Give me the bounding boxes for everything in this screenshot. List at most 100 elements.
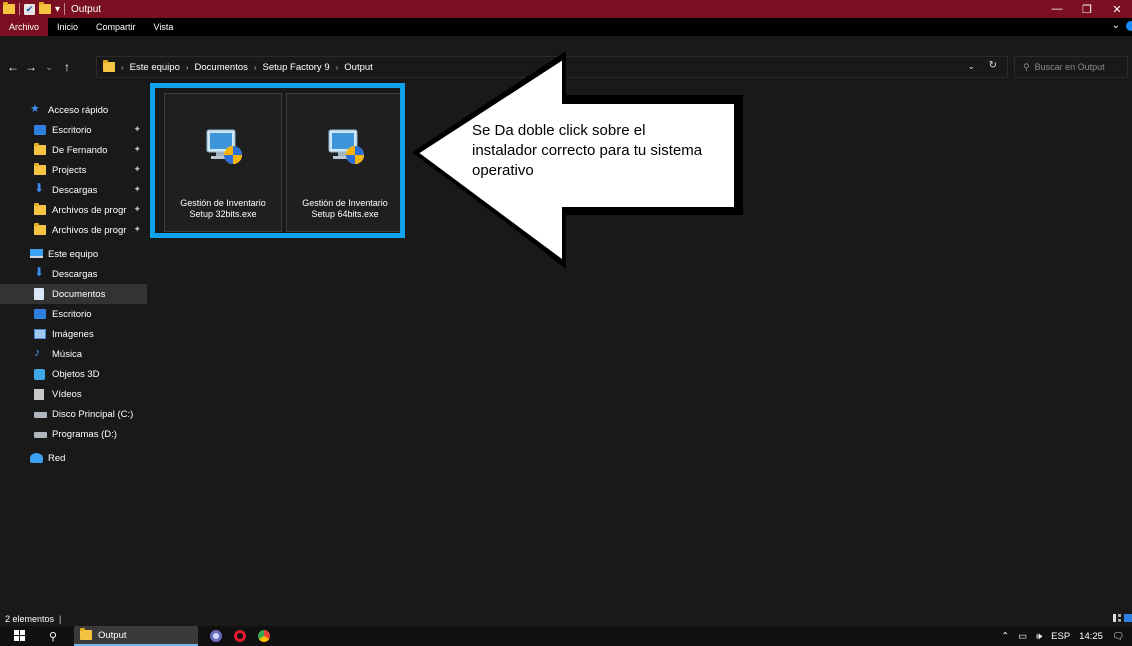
sidebar-item-videos[interactable]: Vídeos bbox=[0, 384, 147, 404]
back-icon[interactable]: ← bbox=[4, 60, 22, 74]
start-button[interactable] bbox=[0, 626, 40, 646]
sidebar-item-programas-d[interactable]: Programas (D:) bbox=[0, 424, 147, 444]
pin-icon: ✦ bbox=[133, 224, 141, 234]
sidebar-item-descargas[interactable]: ⬇ Descargas bbox=[0, 264, 147, 284]
pin-icon: ✦ bbox=[133, 164, 141, 174]
minimize-button[interactable]: — bbox=[1042, 0, 1072, 18]
sidebar-item-descargas-pinned[interactable]: ⬇ Descargas ✦ bbox=[0, 180, 147, 200]
network-icon bbox=[30, 453, 43, 463]
window-title: Output bbox=[71, 3, 102, 15]
address-history-icon[interactable]: ⌄ bbox=[967, 61, 975, 72]
sidebar-item-disco-c[interactable]: Disco Principal (C:) bbox=[0, 404, 147, 424]
system-drive-icon bbox=[34, 412, 47, 418]
sidebar-item-escritorio-pinned[interactable]: Escritorio ✦ bbox=[0, 120, 147, 140]
windows-logo-icon bbox=[14, 630, 26, 642]
tab-compartir[interactable]: Compartir bbox=[87, 18, 145, 36]
pin-icon: ✦ bbox=[133, 124, 141, 134]
tab-inicio[interactable]: Inicio bbox=[48, 18, 87, 36]
chevron-right-icon: › bbox=[121, 62, 124, 72]
search-placeholder: Buscar en Output bbox=[1034, 62, 1105, 72]
system-tray: ⌃ ▭ 🕪 ESP 14:25 🗨 bbox=[1001, 626, 1124, 646]
toolbar-divider bbox=[64, 3, 66, 15]
expand-ribbon-icon[interactable]: ⌄ bbox=[1112, 20, 1120, 31]
volume-icon[interactable]: 🕪 bbox=[1036, 631, 1042, 642]
title-bar: ✔ ▾ Output — ❐ ✕ bbox=[0, 0, 1132, 18]
sidebar-item-musica[interactable]: ♪ Música bbox=[0, 344, 147, 364]
breadcrumb-setup-factory[interactable]: Setup Factory 9 bbox=[263, 62, 330, 73]
download-icon: ⬇ bbox=[34, 181, 45, 195]
status-bar: 2 elementos | bbox=[0, 611, 1132, 626]
sidebar-item-imagenes[interactable]: Imágenes bbox=[0, 324, 147, 344]
desktop-icon bbox=[34, 309, 46, 319]
show-hidden-icons-icon[interactable]: ⌃ bbox=[1001, 631, 1009, 642]
sidebar-item-de-fernando[interactable]: De Fernando ✦ bbox=[0, 140, 147, 160]
customize-toolbar-icon[interactable]: ▾ bbox=[55, 4, 60, 15]
close-button[interactable]: ✕ bbox=[1102, 0, 1132, 18]
recent-locations-icon[interactable]: ⌄ bbox=[40, 62, 58, 73]
toolbar-divider bbox=[19, 3, 20, 15]
opera-icon[interactable] bbox=[234, 630, 246, 642]
tab-archivo[interactable]: Archivo bbox=[0, 18, 49, 36]
pin-icon: ✦ bbox=[133, 144, 141, 154]
maximize-button[interactable]: ❐ bbox=[1072, 0, 1102, 18]
tab-vista[interactable]: Vista bbox=[145, 18, 183, 36]
language-indicator[interactable]: ESP bbox=[1051, 631, 1070, 642]
sidebar-item-objetos-3d[interactable]: Objetos 3D bbox=[0, 364, 147, 384]
drive-icon bbox=[34, 432, 47, 438]
callout-text: Se Da doble click sobre el instalador co… bbox=[472, 122, 703, 179]
pictures-icon bbox=[34, 329, 46, 339]
search-icon: ⚲ bbox=[1023, 61, 1030, 72]
taskbar: ⚲ Output ⌃ ▭ 🕪 ESP 14:25 🗨 bbox=[0, 626, 1132, 646]
search-input[interactable]: ⚲ Buscar en Output bbox=[1014, 56, 1128, 78]
chevron-right-icon[interactable]: › bbox=[336, 63, 339, 72]
pin-icon: ✦ bbox=[133, 204, 141, 214]
folder-icon bbox=[34, 203, 46, 215]
sidebar-item-documentos[interactable]: Documentos bbox=[0, 284, 147, 304]
chrome-icon[interactable] bbox=[258, 630, 270, 642]
chevron-right-icon[interactable]: › bbox=[186, 63, 189, 72]
folder-icon bbox=[34, 163, 46, 175]
refresh-icon[interactable]: ↻ bbox=[989, 60, 997, 71]
download-icon: ⬇ bbox=[34, 265, 45, 279]
folder-icon bbox=[3, 2, 15, 14]
document-icon bbox=[34, 288, 44, 300]
sidebar-item-projects[interactable]: Projects ✦ bbox=[0, 160, 147, 180]
folder-icon bbox=[34, 223, 46, 235]
quick-access-toolbar: ✔ ▾ bbox=[0, 2, 66, 15]
help-icon[interactable] bbox=[1126, 21, 1132, 31]
sidebar-item-escritorio[interactable]: Escritorio bbox=[0, 304, 147, 324]
paint-app-icon[interactable] bbox=[210, 630, 222, 642]
large-icons-view-icon[interactable] bbox=[1124, 614, 1132, 622]
breadcrumb-este-equipo[interactable]: Este equipo bbox=[130, 62, 180, 73]
sidebar-item-archivos-de-programa[interactable]: Archivos de progr ✦ bbox=[0, 200, 147, 220]
sidebar-item-este-equipo[interactable]: Este equipo bbox=[0, 244, 147, 264]
sidebar-item-acceso-rapido[interactable]: ★ Acceso rápido bbox=[0, 100, 147, 120]
chevron-right-icon[interactable]: › bbox=[254, 63, 257, 72]
sidebar-item-archivos-de-programa-x86[interactable]: Archivos de progr ✦ bbox=[0, 220, 147, 240]
taskbar-item-output[interactable]: Output bbox=[74, 626, 198, 646]
item-count: 2 elementos bbox=[5, 613, 55, 624]
sidebar-item-red[interactable]: Red bbox=[0, 448, 147, 468]
videos-icon bbox=[34, 389, 44, 400]
forward-icon[interactable]: → bbox=[22, 60, 40, 74]
properties-check-icon[interactable]: ✔ bbox=[24, 3, 35, 15]
navigation-pane: ★ Acceso rápido Escritorio ✦ De Fernando… bbox=[0, 100, 147, 468]
folder-icon bbox=[103, 60, 115, 72]
network-status-icon[interactable]: ▭ bbox=[1018, 631, 1027, 642]
clock[interactable]: 14:25 bbox=[1079, 631, 1103, 642]
up-icon[interactable]: ↑ bbox=[58, 60, 76, 74]
music-icon: ♪ bbox=[34, 345, 40, 359]
star-icon: ★ bbox=[30, 103, 40, 115]
breadcrumb-documentos[interactable]: Documentos bbox=[195, 62, 248, 73]
action-center-icon[interactable]: 🗨 bbox=[1112, 631, 1124, 642]
new-folder-icon[interactable] bbox=[39, 2, 51, 14]
details-view-icon[interactable] bbox=[1113, 614, 1121, 622]
this-pc-icon bbox=[30, 249, 43, 258]
pin-icon: ✦ bbox=[133, 184, 141, 194]
taskbar-search-button[interactable]: ⚲ bbox=[40, 626, 66, 646]
search-icon: ⚲ bbox=[48, 630, 58, 643]
breadcrumb-output[interactable]: Output bbox=[344, 62, 373, 73]
folder-icon bbox=[34, 143, 46, 155]
highlight-frame bbox=[150, 83, 405, 238]
ribbon-tabs: Archivo Inicio Compartir Vista ⌄ bbox=[0, 18, 1132, 36]
